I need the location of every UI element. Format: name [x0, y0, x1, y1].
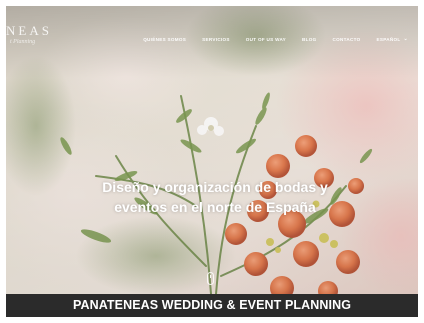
nav-item-servicios[interactable]: SERVICIOS [202, 36, 230, 42]
main-navigation: QUIÉNES SOMOS SERVICIOS OUT OF US WAY BL… [143, 36, 408, 42]
language-selector[interactable]: ESPAÑOL ⌄ [377, 36, 408, 42]
nav-item-contacto[interactable]: CONTACTO [333, 36, 361, 42]
mouse-scroll-icon[interactable] [207, 272, 214, 285]
hero-headline-line-2: eventos en el norte de España [114, 199, 316, 215]
nav-item-blog[interactable]: BLOG [302, 36, 316, 42]
hero-background-image [6, 6, 418, 294]
language-label: ESPAÑOL [376, 36, 401, 42]
site-logo[interactable]: NEAS t Planning [6, 24, 52, 45]
nav-item-quienes-somos[interactable]: QUIÉNES SOMOS [143, 36, 186, 42]
chevron-down-icon: ⌄ [403, 36, 408, 42]
hero-section: NEAS t Planning QUIÉNES SOMOS SERVICIOS … [6, 6, 418, 294]
hero-headline: Diseño y organización de bodas y eventos… [92, 177, 338, 217]
logo-tagline: t Planning [10, 39, 36, 45]
nav-item-out-of-us-way[interactable]: OUT OF US WAY [246, 36, 286, 42]
hero-headline-line-1: Diseño y organización de bodas y [102, 179, 328, 195]
screenshot-frame: NEAS t Planning QUIÉNES SOMOS SERVICIOS … [6, 6, 418, 317]
logo-name: NEAS [6, 23, 52, 38]
caption-banner: PANATENEAS WEDDING & EVENT PLANNING [6, 294, 418, 317]
